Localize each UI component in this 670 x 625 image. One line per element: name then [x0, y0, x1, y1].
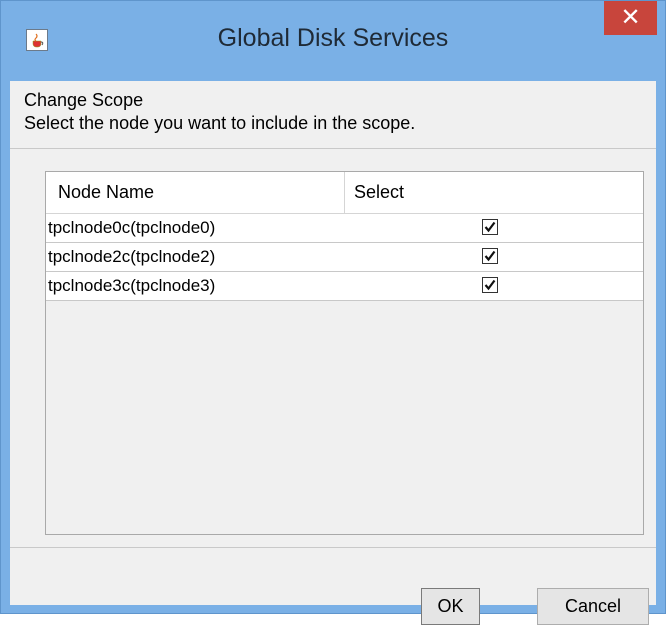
header-instruction: Select the node you want to include in t…: [24, 113, 416, 133]
checkmark-icon: [484, 221, 496, 233]
header-title: Change Scope: [24, 90, 144, 110]
select-checkbox[interactable]: [482, 277, 498, 293]
table-row[interactable]: tpclnode2c(tpclnode2): [46, 243, 643, 272]
checkmark-icon: [484, 279, 496, 291]
node-name-cell: tpclnode2c(tpclnode2): [48, 247, 216, 266]
node-name-cell: tpclnode0c(tpclnode0): [48, 218, 216, 237]
table-row[interactable]: tpclnode3c(tpclnode3): [46, 272, 643, 301]
separator: [10, 148, 656, 149]
separator: [10, 547, 656, 548]
node-table: Node Name Select tpclnode0c(tpclnode0) t…: [45, 171, 644, 535]
window-title: Global Disk Services: [217, 24, 449, 52]
table-header: Node Name Select: [46, 172, 643, 214]
select-checkbox[interactable]: [482, 219, 498, 235]
column-divider[interactable]: [344, 172, 345, 213]
close-button[interactable]: ✕: [604, 1, 657, 35]
dialog-header: Change Scope Select the node you want to…: [24, 89, 415, 135]
checkmark-icon: [484, 250, 496, 262]
ok-button[interactable]: OK: [421, 588, 480, 625]
select-checkbox[interactable]: [482, 248, 498, 264]
title-bar[interactable]: Global Disk Services ✕: [1, 1, 665, 81]
cancel-button[interactable]: Cancel: [537, 588, 649, 625]
node-name-cell: tpclnode3c(tpclnode3): [48, 276, 216, 295]
column-header-select[interactable]: Select: [354, 172, 404, 213]
dialog-content: Change Scope Select the node you want to…: [10, 81, 656, 625]
table-row[interactable]: tpclnode0c(tpclnode0): [46, 214, 643, 243]
dialog-window: Global Disk Services ✕ Change Scope Sele…: [0, 0, 666, 625]
close-icon: ✕: [620, 4, 641, 31]
column-header-node-name[interactable]: Node Name: [58, 172, 154, 213]
